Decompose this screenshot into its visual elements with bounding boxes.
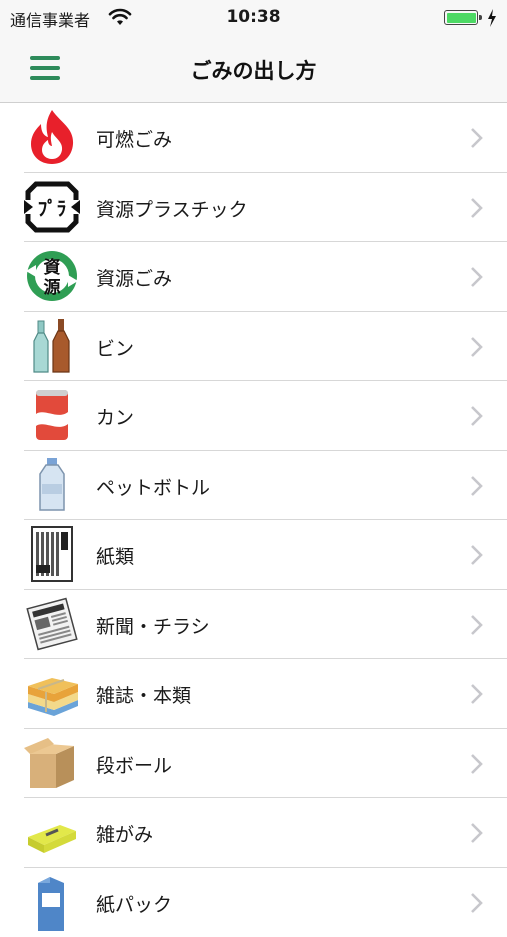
paper-icon [24, 525, 80, 583]
chevron-right-icon [470, 405, 484, 427]
list-item-label: ペットボトル [96, 473, 210, 500]
milk-carton-icon [24, 873, 80, 931]
list-item-newspaper[interactable]: 新聞・チラシ [0, 590, 507, 660]
list-item-label: ビン [96, 334, 134, 361]
newspaper-icon [24, 595, 80, 653]
misc-paper-icon [24, 803, 80, 861]
chevron-right-icon [470, 127, 484, 149]
flame-icon [24, 108, 80, 166]
list-item-misc-paper[interactable]: 雑がみ [0, 798, 507, 868]
list-item-label: 雑がみ [96, 820, 153, 847]
svg-text:ﾌﾟﾗ: ﾌﾟﾗ [38, 197, 67, 220]
svg-text:資: 資 [44, 258, 61, 278]
list-item-label: 段ボール [96, 751, 172, 778]
list-item-pet-bottles[interactable]: ペットボトル [0, 451, 507, 521]
list-item-label: 新聞・チラシ [96, 612, 210, 639]
chevron-right-icon [470, 614, 484, 636]
list-item-magazines-books[interactable]: 雑誌・本類 [0, 659, 507, 729]
page-title: ごみの出し方 [0, 55, 507, 85]
list-item-paper-pack[interactable]: 紙パック [0, 868, 507, 937]
books-icon [24, 664, 80, 722]
list-item-label: 資源プラスチック [96, 195, 248, 222]
list-item-bottles[interactable]: ビン [0, 312, 507, 382]
chevron-right-icon [470, 475, 484, 497]
cardboard-box-icon [24, 734, 80, 792]
chevron-right-icon [470, 544, 484, 566]
chevron-right-icon [470, 266, 484, 288]
chevron-right-icon [470, 683, 484, 705]
bolt-icon [486, 8, 498, 28]
chevron-right-icon [470, 753, 484, 775]
plastic-recycle-icon: ﾌﾟﾗ [24, 178, 80, 236]
chevron-right-icon [470, 892, 484, 914]
status-time: 10:38 [0, 7, 507, 27]
list-item-label: 紙類 [96, 542, 134, 569]
chevron-right-icon [470, 822, 484, 844]
list-item-label: 雑誌・本類 [96, 681, 191, 708]
navigation-bar: ごみの出し方 [0, 36, 507, 103]
svg-text:源: 源 [44, 277, 61, 298]
chevron-right-icon [470, 336, 484, 358]
status-bar: 通信事業者 10:38 [0, 0, 507, 36]
can-icon [24, 386, 80, 444]
battery-icon [444, 10, 478, 25]
list-item-burnable[interactable]: 可燃ごみ [0, 103, 507, 173]
list-item-cans[interactable]: カン [0, 381, 507, 451]
bottles-icon [24, 317, 80, 375]
list-item-plastic[interactable]: ﾌﾟﾗ 資源プラスチック [0, 173, 507, 243]
list-item-label: 資源ごみ [96, 264, 172, 291]
pet-bottle-icon [24, 456, 80, 514]
list-item-paper[interactable]: 紙類 [0, 520, 507, 590]
chevron-right-icon [470, 197, 484, 219]
list-item-resource[interactable]: 資 源 資源ごみ [0, 242, 507, 312]
category-list: 可燃ごみ ﾌﾟﾗ 資源プラスチック 資 源 資源ごみ [0, 103, 507, 937]
list-item-label: カン [96, 403, 134, 430]
list-item-label: 可燃ごみ [96, 125, 172, 152]
list-item-label: 紙パック [96, 890, 172, 917]
list-item-cardboard[interactable]: 段ボール [0, 729, 507, 799]
resource-recycle-icon: 資 源 [24, 247, 80, 305]
